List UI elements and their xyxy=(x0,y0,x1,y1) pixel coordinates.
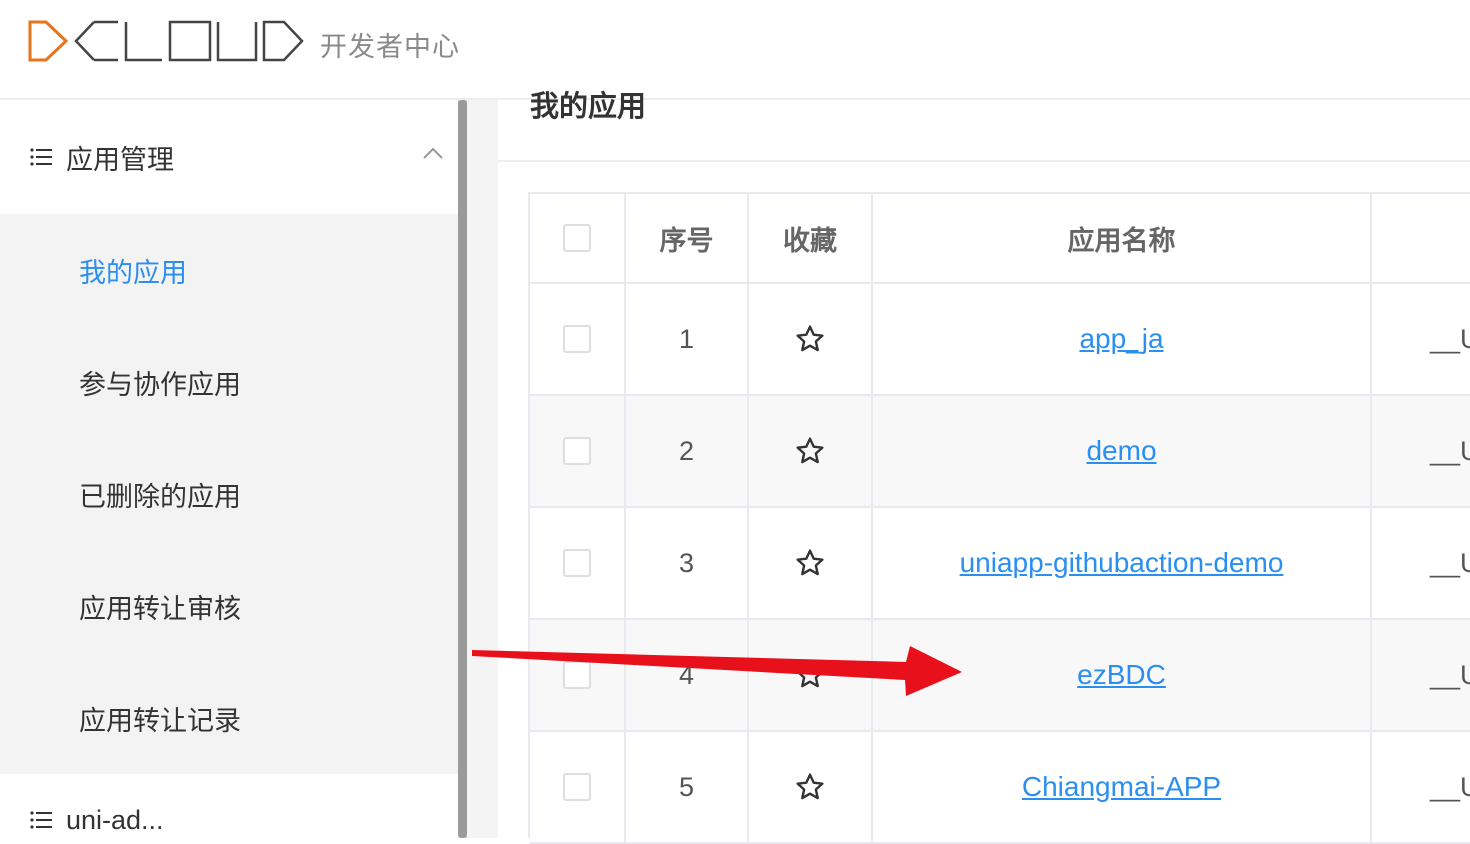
sidebar-item-transfer-review[interactable]: 应用转让审核 xyxy=(0,550,458,662)
list-icon xyxy=(30,811,52,829)
column-header-next xyxy=(1372,194,1470,282)
table-row[interactable]: 4 ezBDC __U xyxy=(530,620,1470,732)
chevron-up-icon[interactable] xyxy=(422,146,444,160)
page-title: 我的应用 xyxy=(530,91,647,123)
table-row[interactable]: 2 demo __U xyxy=(530,396,1470,508)
row-extra-cell: __U xyxy=(1430,323,1470,354)
star-outline-icon[interactable] xyxy=(794,323,826,355)
favorite-cell xyxy=(749,396,873,506)
star-outline-icon[interactable] xyxy=(794,659,826,691)
sidebar-scrollbar-thumb[interactable] xyxy=(458,100,467,838)
dcloud-logo-mark xyxy=(28,20,304,62)
favorite-cell xyxy=(749,732,873,842)
row-extra-cell: __U xyxy=(1430,659,1470,690)
list-icon xyxy=(30,148,52,166)
row-checkbox-cell xyxy=(530,396,626,506)
table-row[interactable]: 1 app_ja __U xyxy=(530,284,1470,396)
sidebar-item-collab-apps[interactable]: 参与协作应用 xyxy=(0,326,458,438)
select-all-checkbox[interactable] xyxy=(563,224,591,252)
app-name-link[interactable]: demo xyxy=(1086,435,1156,467)
app-name-link[interactable]: Chiangmai-APP xyxy=(1022,771,1221,803)
row-checkbox-cell xyxy=(530,508,626,618)
favorite-cell xyxy=(749,508,873,618)
column-header-app-name[interactable]: 应用名称 xyxy=(873,194,1372,282)
menu-group-label: uni-ad... xyxy=(66,804,164,835)
column-header-index[interactable]: 序号 xyxy=(626,194,749,282)
favorite-cell xyxy=(749,284,873,394)
sidebar-item-transfer-records[interactable]: 应用转让记录 xyxy=(0,662,458,774)
app-name-cell: app_ja xyxy=(873,284,1372,394)
header-subtitle: 开发者中心 xyxy=(320,32,460,62)
row-checkbox[interactable] xyxy=(563,661,591,689)
app-name-link[interactable]: app_ja xyxy=(1079,323,1163,355)
apps-table: 序号 收藏 应用名称 1 app_ja __U 2 demo __U 3 uni… xyxy=(528,192,1470,844)
row-checkbox[interactable] xyxy=(563,437,591,465)
row-index: 4 xyxy=(626,620,749,730)
sidebar-item-deleted-apps[interactable]: 已删除的应用 xyxy=(0,438,458,550)
title-divider xyxy=(498,160,1470,162)
table-row[interactable]: 5 Chiangmai-APP __U xyxy=(530,732,1470,844)
app-name-cell: demo xyxy=(873,396,1372,506)
top-header: 开发者中心 xyxy=(0,0,1470,100)
star-outline-icon[interactable] xyxy=(794,435,826,467)
row-index: 3 xyxy=(626,508,749,618)
app-name-cell: Chiangmai-APP xyxy=(873,732,1372,842)
app-name-cell: ezBDC xyxy=(873,620,1372,730)
row-index: 5 xyxy=(626,732,749,842)
app-name-cell: uniapp-githubaction-demo xyxy=(873,508,1372,618)
row-index: 1 xyxy=(626,284,749,394)
row-checkbox[interactable] xyxy=(563,773,591,801)
menu-group-app-management[interactable]: 应用管理 xyxy=(0,100,458,214)
row-checkbox-cell xyxy=(530,732,626,842)
table-header-row: 序号 收藏 应用名称 xyxy=(530,194,1470,284)
table-row[interactable]: 3 uniapp-githubaction-demo __U xyxy=(530,508,1470,620)
menu-group-label: 应用管理 xyxy=(66,144,174,175)
row-checkbox[interactable] xyxy=(563,325,591,353)
star-outline-icon[interactable] xyxy=(794,547,826,579)
favorite-cell xyxy=(749,620,873,730)
row-index: 2 xyxy=(626,396,749,506)
header-checkbox-cell xyxy=(530,194,626,282)
app-name-link[interactable]: ezBDC xyxy=(1077,659,1166,691)
row-checkbox[interactable] xyxy=(563,549,591,577)
star-outline-icon[interactable] xyxy=(794,771,826,803)
sidebar-item-my-apps[interactable]: 我的应用 xyxy=(0,214,458,326)
menu-group-uni-ad[interactable]: uni-ad... xyxy=(0,800,458,840)
app-name-link[interactable]: uniapp-githubaction-demo xyxy=(960,547,1284,579)
row-extra-cell: __U xyxy=(1430,547,1470,578)
row-extra-cell: __U xyxy=(1430,771,1470,802)
column-header-favorite[interactable]: 收藏 xyxy=(749,194,873,282)
row-checkbox-cell xyxy=(530,284,626,394)
row-extra-cell: __U xyxy=(1430,435,1470,466)
submenu-app-management: 我的应用 参与协作应用 已删除的应用 应用转让审核 应用转让记录 xyxy=(0,214,458,774)
row-checkbox-cell xyxy=(530,620,626,730)
dcloud-logo[interactable] xyxy=(26,18,306,69)
